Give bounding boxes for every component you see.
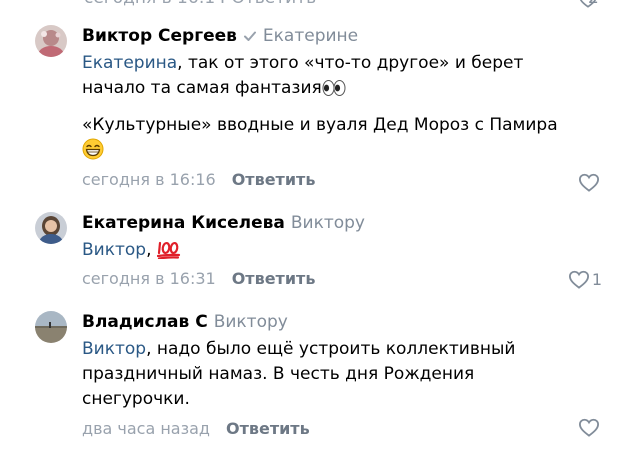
checkmark-icon: [243, 31, 256, 41]
comment-time[interactable]: сегодня в 16:16: [82, 170, 216, 189]
author-name[interactable]: Владислав С: [82, 312, 208, 332]
previous-like-count: 2: [588, 0, 599, 8]
like-count: 1: [591, 269, 602, 289]
author-name[interactable]: Виктор Сергеев: [82, 26, 237, 46]
like-button[interactable]: [578, 170, 602, 194]
avatar[interactable]: [35, 25, 67, 57]
comment-header: Виктор Сергеев Екатерине: [82, 24, 602, 48]
like-button[interactable]: [578, 415, 602, 439]
comment-item: Екатерина Киселева Виктору Виктор, сегодн…: [0, 211, 620, 293]
heart-outline-icon: [568, 270, 589, 289]
comment-footer: сегодня в 16:16 Ответить: [82, 168, 602, 192]
grinning-face-emoji-icon: [82, 138, 104, 160]
comment-text: «Культурные» вводные и вуаля Дед Мороз с…: [82, 115, 558, 135]
comment-text: [82, 138, 602, 164]
author-name[interactable]: Екатерина Киселева: [82, 213, 285, 233]
reply-button[interactable]: Ответить: [226, 419, 310, 438]
reply-to-name[interactable]: Екатерине: [263, 26, 358, 46]
comment-text: Виктор,: [82, 238, 602, 263]
mention-link[interactable]: Виктор: [82, 240, 146, 260]
like-button[interactable]: 1: [568, 267, 602, 291]
comment-text: начало та самая фантазия: [82, 76, 602, 101]
mention-link[interactable]: Виктор: [82, 339, 146, 359]
reply-to-name[interactable]: Виктору: [291, 213, 365, 233]
hundred-points-emoji-icon: [156, 241, 180, 259]
eyes-emoji-icon: [322, 80, 346, 96]
mention-link[interactable]: Екатерина: [82, 53, 177, 73]
comment-text: Екатерина, так от этого «что-то другое» …: [82, 53, 524, 73]
comment-footer: два часа назад Ответить: [82, 417, 602, 441]
comment-item: Виктор Сергеев Екатерине Екатерина, так о…: [0, 24, 620, 196]
comment-header: Владислав С Виктору: [82, 310, 602, 334]
previous-comment-meta: сегодня в 16:14 Ответить: [84, 0, 316, 8]
comment-time[interactable]: два часа назад: [82, 419, 210, 438]
heart-outline-icon: [578, 173, 600, 192]
reply-button[interactable]: Ответить: [232, 170, 316, 189]
comment-header: Екатерина Киселева Виктору: [82, 211, 602, 235]
avatar[interactable]: [35, 311, 67, 343]
reply-to-name[interactable]: Виктору: [214, 312, 288, 332]
previous-comment-footer: сегодня в 16:14 Ответить 2: [0, 0, 620, 8]
comment-text: праздничный намаз. В честь дня Рождения: [82, 364, 475, 384]
comment-text: Виктор, надо было ещё устроить коллектив…: [82, 339, 516, 359]
comment-time[interactable]: сегодня в 16:31: [82, 269, 216, 288]
comment-item: Владислав С Виктору Виктор, надо было ещё…: [0, 310, 620, 440]
heart-outline-icon: [578, 418, 600, 437]
reply-button[interactable]: Ответить: [232, 269, 316, 288]
comment-footer: сегодня в 16:31 Ответить: [82, 267, 602, 291]
avatar[interactable]: [35, 212, 67, 244]
comment-text: снегурочки.: [82, 389, 190, 409]
